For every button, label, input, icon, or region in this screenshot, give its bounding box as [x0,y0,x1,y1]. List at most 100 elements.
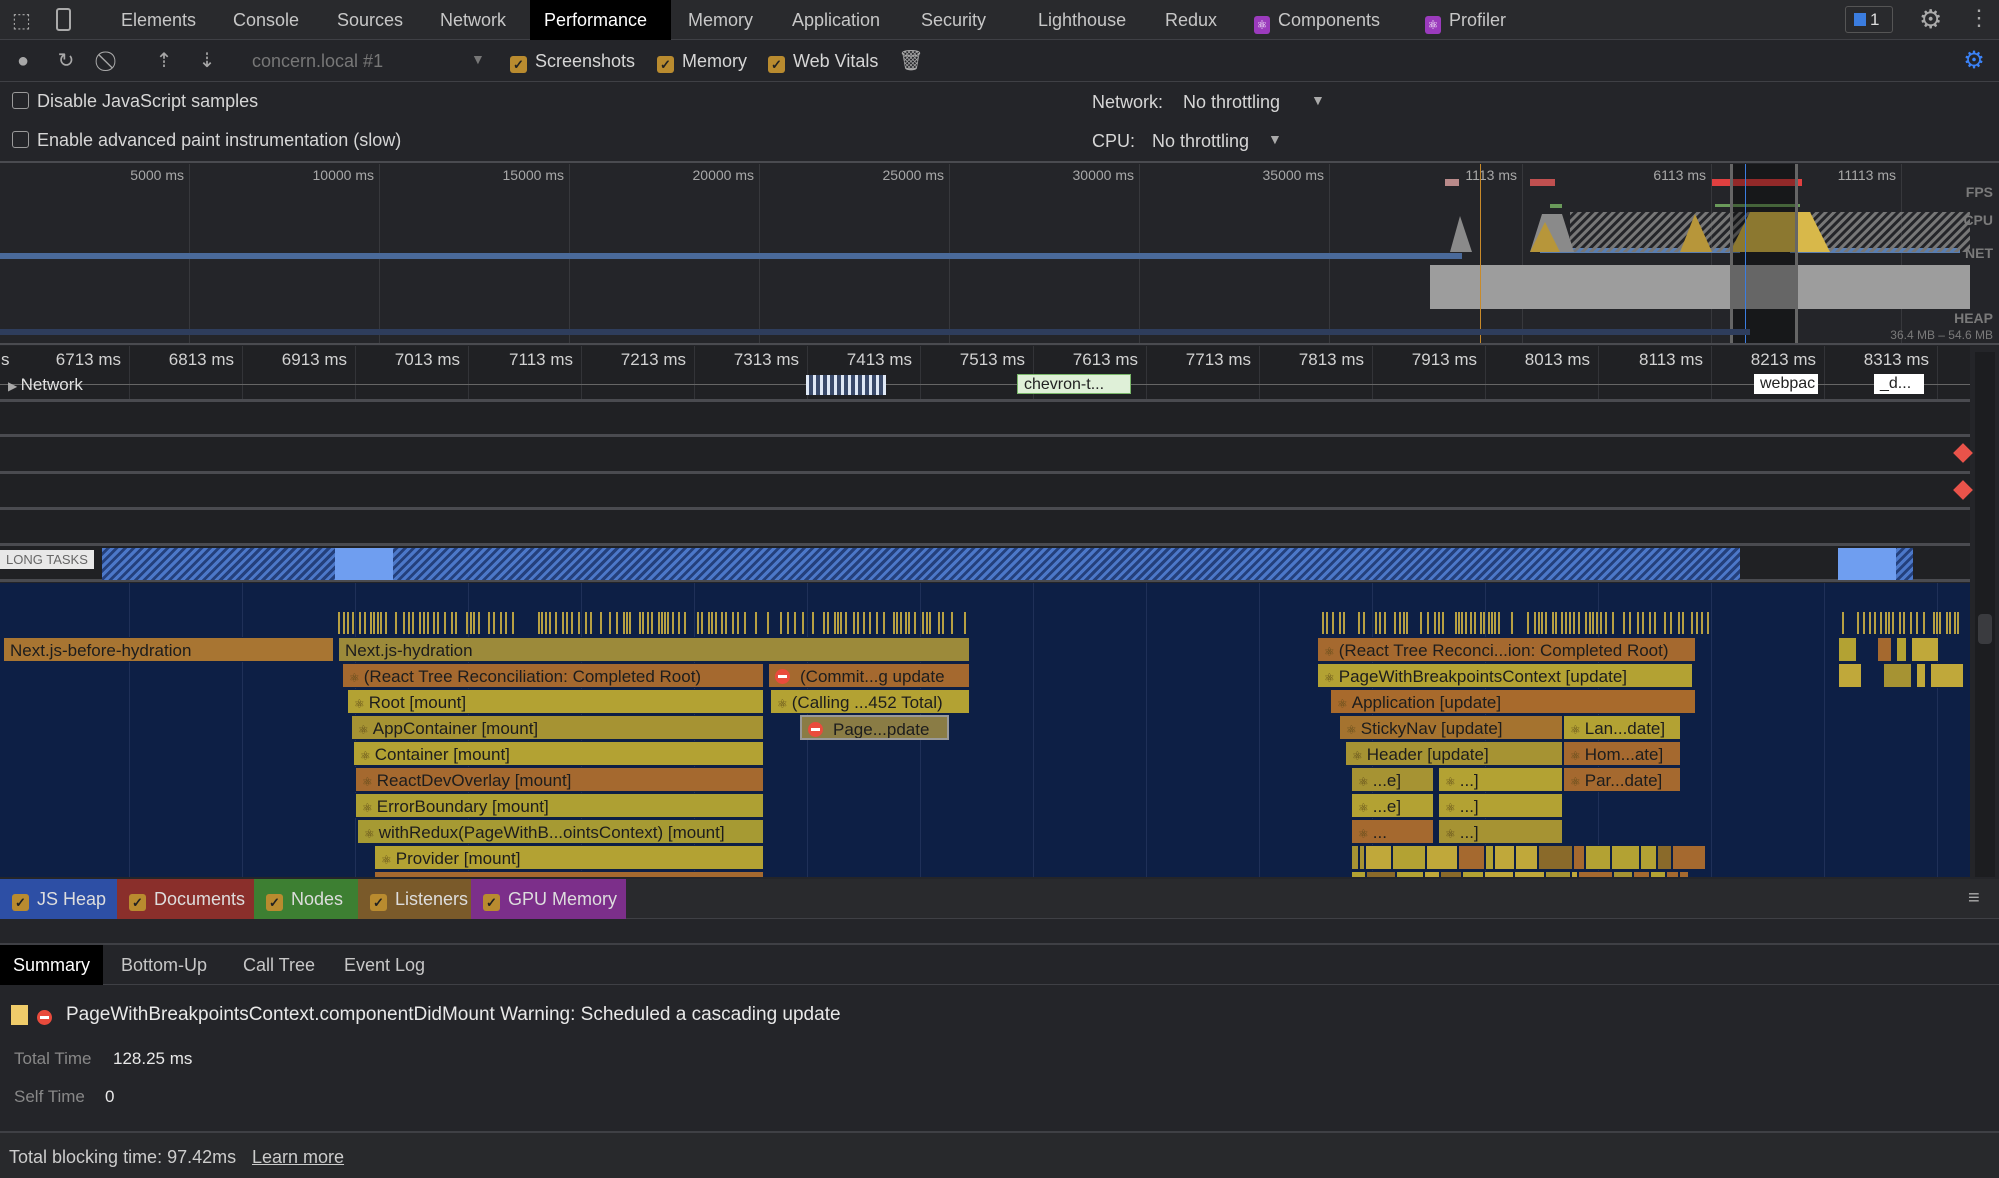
flame-bar[interactable] [1365,845,1392,870]
screenshots-strip[interactable] [1430,265,1970,309]
flame-bar[interactable] [1351,845,1359,870]
flame-bar[interactable] [1458,845,1485,870]
upload-icon[interactable]: ⇡ [151,48,177,74]
flame-bar[interactable]: ⚛ Hom...ate] [1563,741,1681,766]
flame-bar[interactable] [1484,871,1514,877]
trash-icon[interactable]: 🗑 [898,48,924,74]
flame-bar[interactable]: ⚛ PageWithBreakpointsContext [update] [1317,663,1693,688]
tab-components[interactable]: ⚛ Components [1240,0,1394,40]
timeline-overview[interactable]: 5000 ms 10000 ms 15000 ms 20000 ms 25000 ms 3… [0,164,1999,345]
flame-bar[interactable] [1515,845,1538,870]
flame-bar[interactable]: ⚛...] [1438,767,1563,792]
flame-bar[interactable]: ⚛ Container [mount] [353,741,764,766]
tab-elements[interactable]: Elements [107,0,210,40]
profile-select[interactable]: concern.local #1 [252,51,383,72]
flame-bar[interactable] [1640,845,1657,870]
flame-bar[interactable] [1633,871,1650,877]
flame-bar[interactable]: ⚛ Provider [mount] [374,845,764,870]
cpu-throttling-select[interactable]: No throttling [1152,131,1249,152]
flame-bar[interactable] [1571,871,1578,877]
counter-listeners[interactable]: ✓ Listeners [358,879,471,919]
flame-chart[interactable]: Next.js-before-hydration Next.js-hydratio… [0,583,1970,877]
network-throttling-select[interactable]: No throttling [1183,92,1280,113]
record-icon[interactable]: ● [10,48,36,74]
flame-bar[interactable] [1650,871,1666,877]
flame-bar[interactable] [1424,871,1440,877]
flame-bar[interactable]: ⚛ StickyNav [update] [1339,715,1563,740]
flame-bar[interactable] [1679,871,1689,877]
flame-bar[interactable] [1672,845,1706,870]
flame-bar[interactable]: ⚛ Header [update] [1345,741,1563,766]
selection-window[interactable] [1730,164,1798,343]
counter-js-heap[interactable]: ✓ JS Heap [0,879,117,919]
flame-bar[interactable]: ⚛ AppContainer [mount] [351,715,764,740]
flame-bar[interactable] [1514,871,1545,877]
flame-bar[interactable] [1426,845,1458,870]
vertical-scrollbar[interactable] [1975,352,1995,877]
flame-bar[interactable] [1666,871,1679,877]
device-toolbar-icon[interactable] [56,8,71,31]
network-requests-cluster[interactable] [806,375,886,395]
flame-bar[interactable]: ⚛ (Calling ...452 Total) [770,689,970,714]
flame-bar[interactable] [1611,845,1640,870]
flame-bar[interactable] [1585,845,1611,870]
clear-icon[interactable]: ⃠ [97,48,123,74]
web-vitals-checkbox[interactable]: ✓ Web Vitals [768,51,878,73]
tab-profiler[interactable]: ⚛ Profiler [1411,0,1520,40]
flame-bar[interactable] [1613,871,1633,877]
counter-nodes[interactable]: ✓ Nodes [254,879,358,919]
flame-bar[interactable]: ⚛ ReactDevOverlay [mount] [355,767,764,792]
flame-bar[interactable]: Page...pdate [800,715,949,740]
tab-lighthouse[interactable]: Lighthouse [1024,0,1140,40]
flame-bar[interactable] [1485,845,1494,870]
tab-bottom-up[interactable]: Bottom-Up [108,945,220,985]
counter-documents[interactable]: ✓ Documents [117,879,254,919]
tab-console[interactable]: Console [219,0,313,40]
tab-sources[interactable]: Sources [323,0,417,40]
flame-bar[interactable]: ⚛ (React Tree Reconci...ion: Completed Ro… [1317,637,1696,662]
disable-js-samples-checkbox[interactable]: Disable JavaScript samples [12,91,258,112]
flame-bar[interactable] [1351,871,1366,877]
long-task-block[interactable] [1838,548,1896,580]
network-track-toggle[interactable]: ▶ Network [8,375,83,395]
learn-more-link[interactable]: Learn more [252,1147,344,1168]
tab-application[interactable]: Application [778,0,894,40]
screenshots-checkbox[interactable]: ✓ Screenshots [510,51,635,73]
flame-bar[interactable]: (Commit...g update [768,663,970,688]
reload-record-icon[interactable]: ↻ [53,48,79,74]
flame-bar[interactable] [1573,845,1585,870]
hamburger-menu-icon[interactable]: ≡ [1968,887,1980,910]
flame-bar[interactable] [374,871,764,877]
flame-bar[interactable] [1657,845,1672,870]
tab-performance[interactable]: Performance [530,0,671,40]
flame-bar[interactable]: Next.js-hydration [338,637,970,662]
flame-bar[interactable] [1578,871,1613,877]
flame-bar[interactable]: Next.js-before-hydration [3,637,334,662]
chevron-down-icon[interactable]: ▼ [1268,131,1282,147]
flame-bar[interactable] [1838,663,1862,688]
flame-bar[interactable] [1494,845,1515,870]
flame-bar[interactable]: ⚛ withRedux(PageWithB...ointsContext) [mo… [357,819,764,844]
flame-bar[interactable] [1930,663,1964,688]
settings-gear-icon[interactable]: ⚙ [1919,4,1942,35]
tab-memory[interactable]: Memory [674,0,767,40]
flame-bar[interactable] [1366,871,1396,877]
flame-bar[interactable]: ⚛ Root [mount] [347,689,764,714]
flame-bar[interactable]: ⚛ Par...date] [1563,767,1681,792]
flame-bar[interactable] [1896,637,1907,662]
counter-gpu-memory[interactable]: ✓ GPU Memory [471,879,626,919]
capture-settings-gear-icon[interactable]: ⚙ [1961,48,1987,74]
flame-bar[interactable] [1877,637,1892,662]
flame-bar[interactable]: ⚛... [1351,819,1434,844]
flame-bar[interactable]: ⚛ Lan...date] [1563,715,1681,740]
flame-bar[interactable]: ⚛ ...e] [1351,767,1434,792]
flame-bar[interactable] [1838,637,1857,662]
flame-bar[interactable]: ⚛ Application [update] [1330,689,1696,714]
long-task-block[interactable] [335,548,393,580]
tab-network[interactable]: Network [426,0,520,40]
flame-bar[interactable] [1545,871,1571,877]
chevron-down-icon[interactable]: ▼ [1311,92,1325,108]
flame-bar[interactable] [1916,663,1926,688]
network-request[interactable]: webpac [1754,374,1818,394]
flame-bar[interactable] [1396,871,1424,877]
